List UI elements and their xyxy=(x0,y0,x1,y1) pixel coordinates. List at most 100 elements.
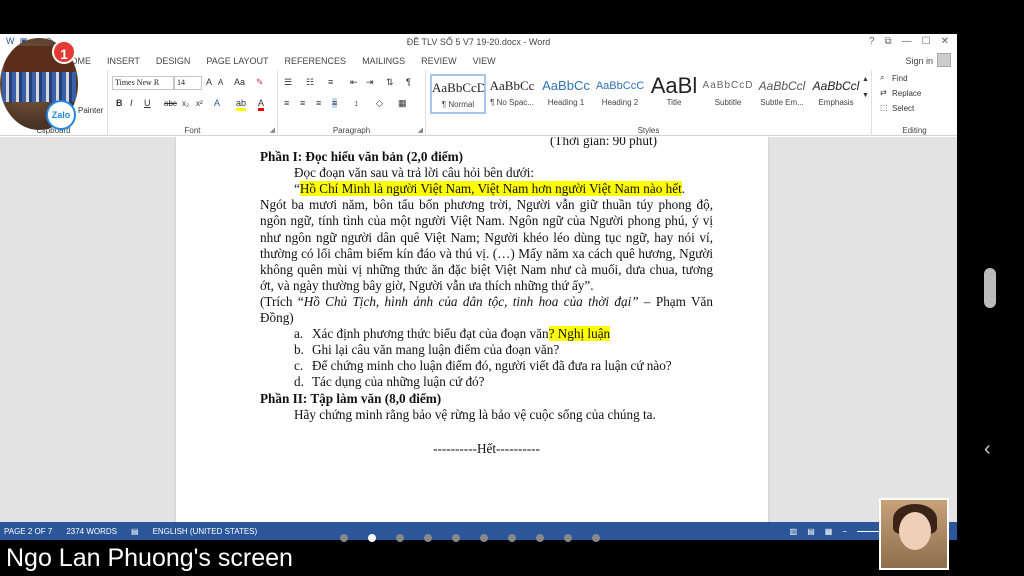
style-normal[interactable]: AaBbCcDc ¶ Normal xyxy=(430,74,486,114)
style-heading-2[interactable]: AaBbCcC Heading 2 xyxy=(592,74,648,114)
zoom-out-icon[interactable]: − xyxy=(842,527,847,536)
show-marks-icon[interactable]: ¶ xyxy=(406,77,411,87)
style-heading-1[interactable]: AaBbCc Heading 1 xyxy=(538,74,594,114)
style-name: ¶ Normal xyxy=(441,100,475,109)
question-marker: c. xyxy=(294,358,304,374)
document-text[interactable]: (Thời gian: 90 phút) Phần I: Đọc hiểu vă… xyxy=(260,137,713,457)
web-layout-icon[interactable]: ▦ xyxy=(825,527,833,536)
screen-share-label: Ngo Lan Phuong's screen xyxy=(6,544,293,572)
quote-first-line: “Hồ Chí Minh là người Việt Nam, Việt Nam… xyxy=(260,181,713,197)
close-icon[interactable]: ✕ xyxy=(941,36,949,47)
paragraph-launcher-icon[interactable]: ◢ xyxy=(418,126,423,134)
superscript-button[interactable]: x² xyxy=(196,99,203,108)
part-1-heading: Phần I: Đọc hiểu văn bản (2,0 điểm) xyxy=(260,149,463,165)
highlight-icon[interactable]: ab xyxy=(236,98,247,111)
print-layout-icon[interactable]: ▤ xyxy=(807,527,815,536)
word-count[interactable]: 2374 WORDS xyxy=(66,527,117,536)
justify-icon[interactable]: ≡ xyxy=(332,98,338,108)
question-c: c. Để chứng minh cho luận điểm đó, người … xyxy=(260,358,713,374)
align-left-icon[interactable]: ≡ xyxy=(284,98,289,108)
question-marker: b. xyxy=(294,342,304,358)
scroll-handle[interactable] xyxy=(984,268,996,308)
page-dot[interactable] xyxy=(368,534,376,542)
increase-indent-icon[interactable]: ⇥ xyxy=(366,77,374,88)
title-bar: W ▣ ↶ ↷ ĐỀ TLV SỐ 5 V7 19-20.docx - Word… xyxy=(0,34,957,52)
page-dot[interactable] xyxy=(396,534,404,542)
decrease-indent-icon[interactable]: ⇤ xyxy=(350,77,358,88)
document-page[interactable]: (Thời gian: 90 phút) Phần I: Đọc hiểu vă… xyxy=(176,137,768,522)
minimize-icon[interactable]: — xyxy=(902,36,912,47)
multilevel-list-icon[interactable]: ≡ xyxy=(328,77,333,87)
page-dot[interactable] xyxy=(424,534,432,542)
language-status[interactable]: ENGLISH (UNITED STATES) xyxy=(153,527,258,536)
italic-button[interactable]: I xyxy=(130,98,133,108)
align-center-icon[interactable]: ≡ xyxy=(300,98,305,108)
page-dot[interactable] xyxy=(340,534,348,542)
document-area[interactable]: (Thời gian: 90 phút) Phần I: Đọc hiểu vă… xyxy=(0,137,957,522)
page-dot[interactable] xyxy=(508,534,516,542)
tab-insert[interactable]: INSERT xyxy=(99,56,148,66)
style-subtle-emphasis[interactable]: AaBbCcl Subtle Em... xyxy=(754,74,810,114)
shading-icon[interactable]: ◇ xyxy=(376,98,383,109)
line-spacing-icon[interactable]: ↕ xyxy=(354,98,359,108)
change-case-button[interactable]: Aa xyxy=(234,77,245,87)
grow-font-button[interactable]: A xyxy=(206,77,212,87)
ribbon-display-icon[interactable]: ⧉ xyxy=(885,36,892,47)
font-size-select[interactable]: 14 xyxy=(174,76,202,90)
text-effects-icon[interactable]: A xyxy=(214,98,220,108)
style-title[interactable]: AaBl Title xyxy=(646,74,702,114)
subscript-button[interactable]: x₂ xyxy=(182,99,189,108)
maximize-icon[interactable]: ☐ xyxy=(922,36,931,47)
tab-references[interactable]: REFERENCES xyxy=(277,56,355,66)
sign-in-link[interactable]: Sign in xyxy=(905,56,933,66)
strikethrough-button[interactable]: abc xyxy=(164,99,177,108)
replace-button[interactable]: Replace xyxy=(892,89,921,98)
user-icon[interactable] xyxy=(937,53,951,67)
read-mode-icon[interactable]: ▥ xyxy=(790,527,798,536)
tab-page-layout[interactable]: PAGE LAYOUT xyxy=(198,56,276,66)
page-dot[interactable] xyxy=(452,534,460,542)
select-button[interactable]: Select xyxy=(892,104,914,113)
font-name-select[interactable]: Times New R xyxy=(112,76,174,90)
style-subtitle[interactable]: AaBbCcD Subtitle xyxy=(700,74,756,114)
bullets-icon[interactable]: ☰ xyxy=(284,77,292,88)
help-icon[interactable]: ? xyxy=(869,36,875,47)
page-count[interactable]: PAGE 2 OF 7 xyxy=(4,527,52,536)
page-dot[interactable] xyxy=(480,534,488,542)
page-dot[interactable] xyxy=(564,534,572,542)
bold-button[interactable]: B xyxy=(116,98,123,108)
styles-label: Styles xyxy=(637,126,660,135)
borders-icon[interactable]: ▦ xyxy=(398,98,407,109)
participant-video-thumbnail[interactable] xyxy=(879,498,949,570)
page-dot[interactable] xyxy=(592,534,600,542)
clear-formatting-icon[interactable]: ✎ xyxy=(256,77,264,88)
question-text: Xác định phương thức biểu đạt của đoạn v… xyxy=(312,326,611,342)
underline-button[interactable]: U xyxy=(144,98,151,108)
style-no-spacing[interactable]: AaBbCc ¶ No Spac... xyxy=(484,74,540,114)
font-launcher-icon[interactable]: ◢ xyxy=(270,126,275,134)
tab-mailings[interactable]: MAILINGS xyxy=(354,56,413,66)
replace-icon[interactable]: ⇄ xyxy=(880,88,887,97)
back-arrow-icon[interactable]: ‹ xyxy=(984,438,991,461)
proofing-icon[interactable]: ▤ xyxy=(131,527,139,536)
find-icon[interactable]: ⌕ xyxy=(880,73,884,83)
find-button[interactable]: Find xyxy=(892,74,908,83)
sort-icon[interactable]: ⇅ xyxy=(386,77,394,88)
notification-badge[interactable]: 1 xyxy=(52,40,76,64)
tab-view[interactable]: VIEW xyxy=(465,56,504,66)
select-icon[interactable]: ⬚ xyxy=(880,103,888,112)
style-emphasis[interactable]: AaBbCcl Emphasis xyxy=(808,74,864,114)
tab-design[interactable]: DESIGN xyxy=(148,56,199,66)
paragraph-group: ☰ ☷ ≡ ⇤ ⇥ ⇅ ¶ ≡ ≡ ≡ ≡ ↕ ◇ ▦ Paragraph ◢ xyxy=(278,70,426,136)
format-painter-button[interactable]: Painter xyxy=(78,106,103,115)
style-name: Subtle Em... xyxy=(760,98,804,107)
numbering-icon[interactable]: ☷ xyxy=(306,77,314,88)
page-dot[interactable] xyxy=(536,534,544,542)
align-right-icon[interactable]: ≡ xyxy=(316,98,321,108)
styles-scroll-down-icon[interactable]: ▼ xyxy=(862,92,869,99)
zalo-icon[interactable]: Zalo xyxy=(46,100,76,130)
font-color-icon[interactable]: A xyxy=(258,98,265,111)
shrink-font-button[interactable]: A xyxy=(218,78,223,87)
tab-review[interactable]: REVIEW xyxy=(413,56,465,66)
styles-scroll-up-icon[interactable]: ▲ xyxy=(862,76,869,83)
